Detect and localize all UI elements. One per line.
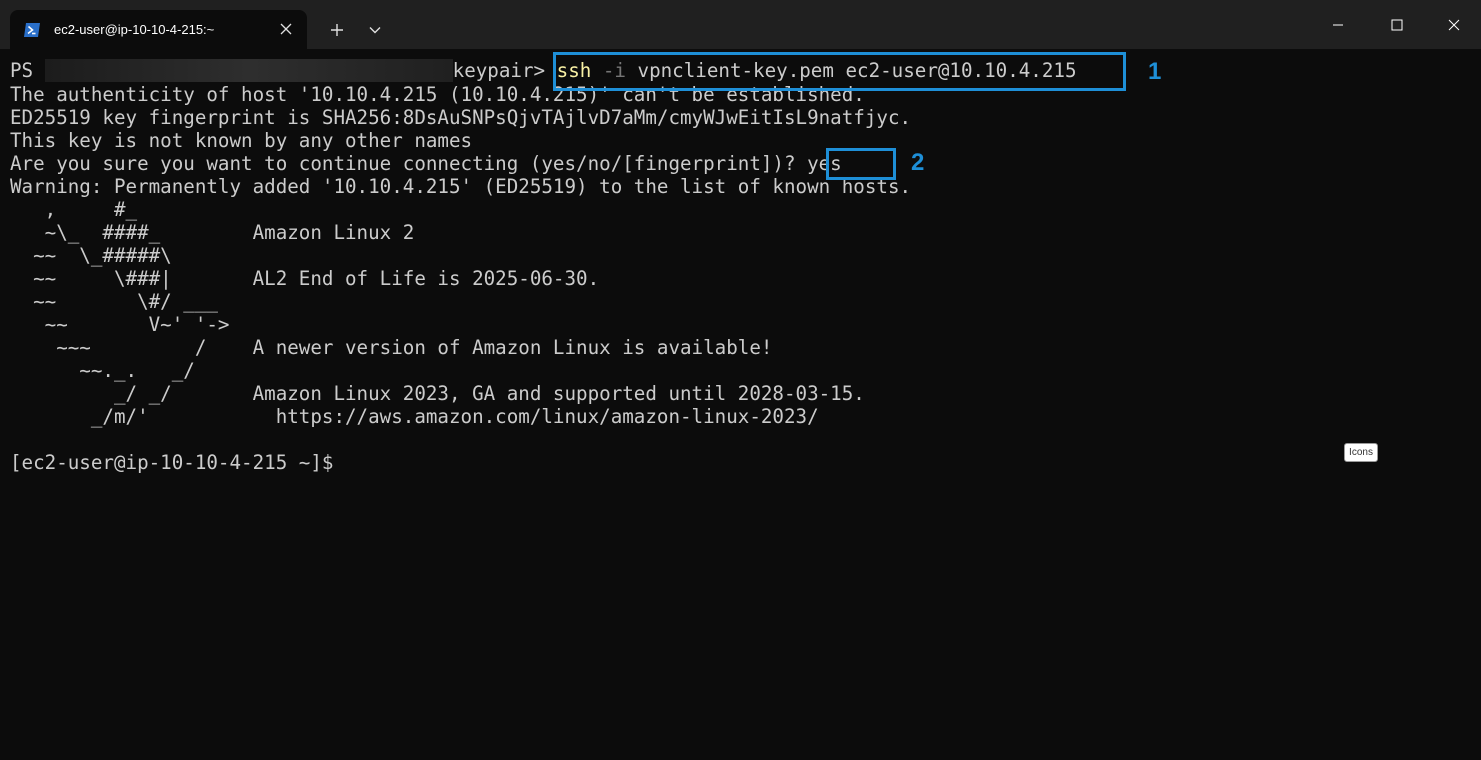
redacted-path [44,59,453,82]
banner-line: _/m/' https://aws.amazon.com/linux/amazo… [10,405,819,428]
title-bar: ec2-user@ip-10-10-4-215:~ [0,0,1481,49]
banner-line: ~~ V~' '-> [10,313,230,336]
warning-line: Warning: Permanently added '10.10.4.215'… [10,175,912,198]
known-line: This key is not known by any other names [10,129,473,152]
new-tab-button[interactable] [322,17,352,43]
banner-line: ~~._. _/ [10,359,195,382]
close-icon [1448,19,1460,30]
banner-line: ~~ \###| AL2 End of Life is 2025-06-30. [10,267,600,290]
powershell-icon [23,21,41,39]
banner-line: ~\_ ####_ Amazon Linux 2 [10,221,415,244]
confirm-question: Are you sure you want to continue connec… [10,152,808,175]
banner-line: ~~ \_#####\ [10,244,172,267]
banner-line: ~~~ / A newer version of Amazon Linux is… [10,336,773,359]
banner-line: ~~ \#/ ___ [10,290,218,313]
annotation-label-2: 2 [911,149,925,176]
icons-tooltip: Icons [1344,443,1378,462]
annotation-box-command [553,52,1126,91]
annotation-box-yes [826,148,896,180]
banner-line: _/ _/ Amazon Linux 2023, GA and supporte… [10,382,865,405]
fingerprint-line: ED25519 key fingerprint is SHA256:8DsAuS… [10,106,912,129]
tab-close-icon[interactable] [277,20,295,38]
annotation-label-1: 1 [1148,58,1162,85]
close-button[interactable] [1431,0,1477,49]
confirm-line: Are you sure you want to continue connec… [10,152,842,175]
minimize-icon [1333,24,1343,25]
plus-icon [331,24,343,36]
maximize-icon [1391,19,1403,30]
chevron-down-icon [369,27,381,34]
terminal-tab[interactable]: ec2-user@ip-10-10-4-215:~ [10,10,307,49]
terminal-output[interactable]: PS keypair> ssh -i vpnclient-key.pem ec2… [0,49,1481,760]
prompt-prefix: PS [10,59,45,82]
banner-line: , #_ [10,198,138,221]
maximize-button[interactable] [1374,0,1420,49]
final-prompt: [ec2-user@ip-10-10-4-215 ~]$ [10,451,334,474]
tab-dropdown-button[interactable] [362,17,388,43]
minimize-button[interactable] [1315,0,1361,49]
tab-title: ec2-user@ip-10-10-4-215:~ [54,22,215,37]
prompt-suffix: keypair> [452,59,546,82]
